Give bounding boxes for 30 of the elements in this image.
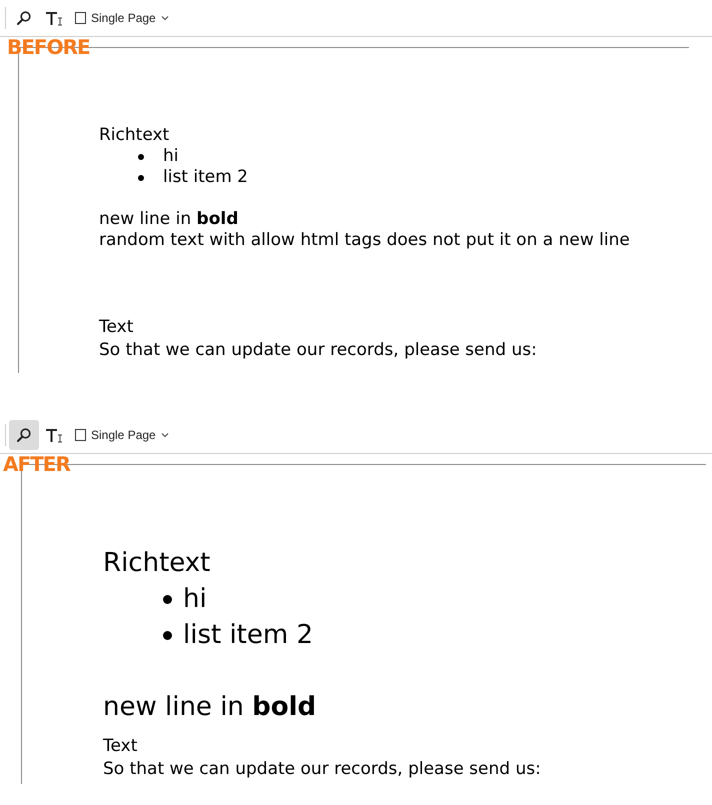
text-select-icon[interactable] [45,427,63,443]
page-mode-dropdown[interactable]: Single Page [73,423,171,447]
list-item: list item 2 [163,167,248,188]
page-icon [75,12,86,24]
page-icon [75,429,86,441]
page-mode-dropdown[interactable]: Single Page [73,6,171,30]
bullet-icon [138,154,144,160]
search-button[interactable] [9,420,39,450]
field-title: Richtext [103,547,210,580]
text-line: new line in bold [103,691,316,724]
chevron-down-icon [160,15,169,21]
list-item: hi [163,146,178,167]
search-icon [16,10,32,26]
text-select-icon[interactable] [45,10,63,26]
field-title: Richtext [99,125,170,146]
bullet-icon [138,174,144,180]
bullet-icon [163,630,172,640]
field-text: So that we can update our records, please send us: [99,339,537,362]
bullet-icon [163,594,172,604]
field-title: Text [99,316,134,339]
text-line: new line in bold [99,209,238,230]
field-text: So that we can update our records, please send us: [103,758,541,781]
section-label: BEFORE [7,35,90,59]
search-icon [16,427,32,443]
text-line: random text with allow html tags does not put it on a new line [99,230,630,251]
section-label: AFTER [3,452,70,476]
field-title: Text [103,735,138,758]
list-item: list item 2 [183,619,313,652]
list-item: hi [183,583,207,616]
chevron-down-icon [160,432,169,438]
